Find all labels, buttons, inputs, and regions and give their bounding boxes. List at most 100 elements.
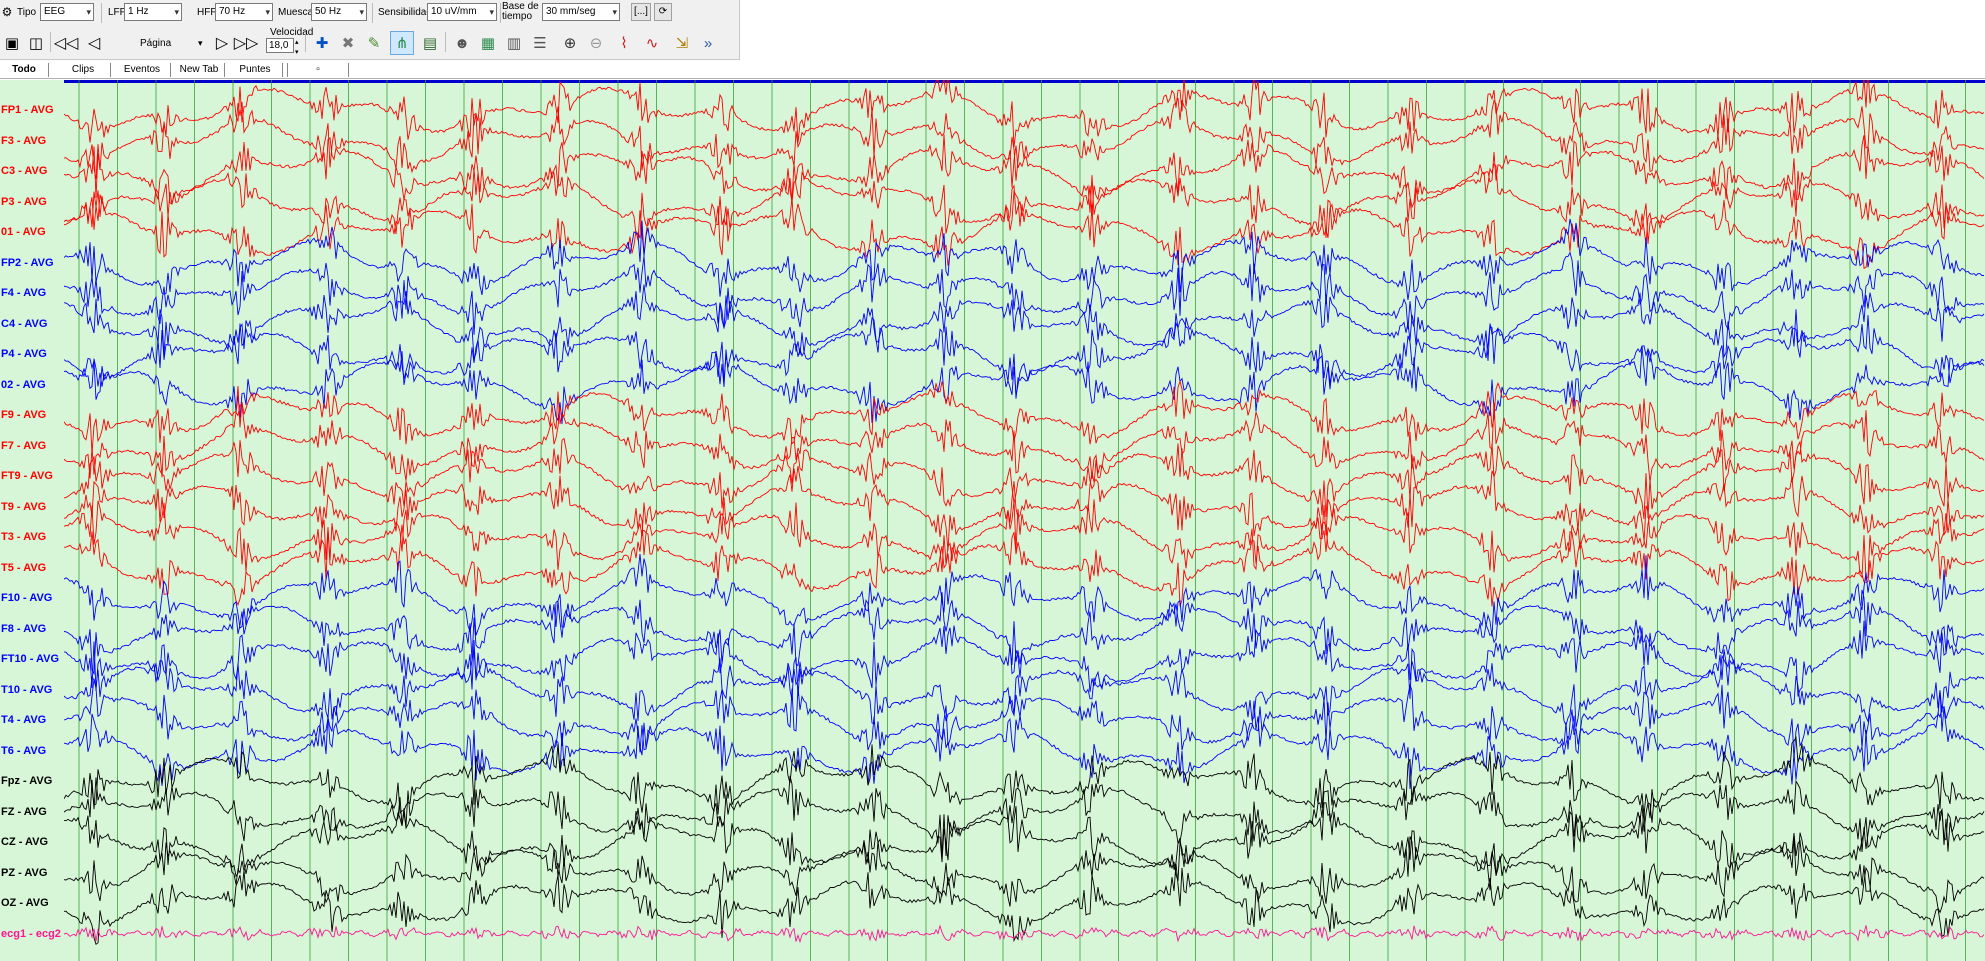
divider	[101, 3, 102, 23]
hff-label: HFF	[197, 7, 217, 18]
channel-label[interactable]: 02 - AVG	[1, 377, 46, 392]
tab-puntes[interactable]: Puntes	[228, 63, 283, 77]
chevron-down-icon: ▾	[612, 7, 617, 17]
sensibilidad-label: Sensibilidad	[378, 7, 432, 18]
channel-label[interactable]: Fpz - AVG	[1, 774, 53, 788]
new-tab-icon: ▫	[316, 64, 320, 75]
stepper-icon[interactable]: ▴ ▾	[295, 38, 299, 58]
tab-bar: Todo Clips Eventos New Tab Puntes ▫	[0, 61, 1985, 79]
divider	[305, 32, 306, 52]
channel-label[interactable]: FP1 - AVG	[1, 103, 54, 117]
channel-label[interactable]: T5 - AVG	[1, 560, 47, 575]
channel-label[interactable]: OZ - AVG	[1, 896, 49, 910]
channel-label[interactable]: C3 - AVG	[1, 164, 48, 178]
chevron-down-icon: ▾	[174, 7, 179, 17]
chevron-down-icon: ▾	[265, 7, 270, 17]
channel-label[interactable]: T6 - AVG	[1, 743, 47, 758]
divider	[372, 3, 373, 23]
wave-icon[interactable]: ∿	[640, 31, 664, 55]
list-icon[interactable]: ☰	[528, 31, 552, 55]
video-icon[interactable]: ◫	[24, 31, 48, 55]
channel-label[interactable]: P3 - AVG	[1, 194, 47, 209]
channel-label[interactable]: FP2 - AVG	[1, 255, 54, 270]
channel-label[interactable]: 01 - AVG	[1, 225, 46, 239]
channel-label[interactable]: FT9 - AVG	[1, 469, 53, 483]
channel-label[interactable]: CZ - AVG	[1, 835, 49, 849]
zoom-in-icon[interactable]: ⊕	[558, 31, 582, 55]
toolbar-row-filters: ⚙ Tipo EEG ▾ LFF 1 Hz ▾ HFF 70 Hz ▾ Muesca …	[0, 0, 740, 26]
channel-label[interactable]: FZ - AVG	[1, 804, 47, 819]
channel-label[interactable]: T9 - AVG	[1, 499, 47, 514]
lff-select[interactable]: 1 Hz ▾	[124, 3, 182, 21]
record-icon[interactable]: ▥	[502, 31, 526, 55]
channel-label[interactable]: F10 - AVG	[1, 591, 53, 605]
tab-todo[interactable]: Todo	[0, 63, 49, 77]
report-icon[interactable]: ▦	[476, 31, 500, 55]
divider	[500, 3, 501, 23]
base-label-2: tiempo	[502, 11, 533, 22]
velocidad-label: Velocidad	[270, 27, 314, 38]
tab-add[interactable]: ▫	[287, 63, 349, 77]
pagina-label: Página	[140, 38, 172, 49]
eeg-trace-area[interactable]	[64, 80, 1985, 961]
velocidad-input[interactable]: 18,0	[266, 38, 294, 53]
zoom-out-icon[interactable]: ⊖	[584, 31, 608, 55]
montage-view-icon[interactable]: ⋔	[390, 31, 414, 55]
chevron-down-icon: ▾	[489, 7, 494, 17]
channel-label[interactable]: ecg1 - ecg2	[1, 926, 61, 941]
divider	[50, 32, 51, 52]
montage-icon[interactable]: ⚙	[0, 1, 14, 23]
chevron-down-icon: ▾	[359, 7, 364, 17]
lff-value: 1 Hz	[128, 6, 149, 17]
more-icon[interactable]: »	[696, 31, 720, 55]
muesca-label: Muesca	[278, 7, 314, 18]
channel-label[interactable]: T4 - AVG	[1, 713, 47, 727]
channel-label[interactable]: P4 - AVG	[1, 347, 47, 361]
channel-label[interactable]: C4 - AVG	[1, 316, 48, 331]
marker-remove-icon[interactable]: ✖	[336, 31, 360, 55]
hff-select[interactable]: 70 Hz ▾	[215, 3, 273, 21]
next-page-icon[interactable]: ▷	[210, 31, 234, 55]
first-page-icon[interactable]: ◁◁	[54, 31, 79, 55]
prev-page-icon[interactable]: ◁	[82, 31, 106, 55]
sensibilidad-value: 10 uV/mm	[431, 6, 477, 17]
camera-icon[interactable]: ▣	[0, 31, 24, 55]
hff-value: 70 Hz	[219, 6, 246, 17]
marker-add-icon[interactable]: ✚	[310, 31, 334, 55]
toolbar-row-navigation: ▣ ◫ ◁◁ ◁ Página ▾ ▷ ▷▷ Velocidad 18,0 ▴ ▾…	[0, 26, 740, 60]
channel-label[interactable]: F4 - AVG	[1, 286, 47, 300]
base-tiempo-value: 30 mm/seg	[546, 6, 596, 17]
channel-label[interactable]: T3 - AVG	[1, 530, 47, 544]
channel-label[interactable]: F7 - AVG	[1, 438, 47, 453]
sensibilidad-select[interactable]: 10 uV/mm ▾	[427, 3, 497, 21]
export-icon[interactable]: ⇲	[670, 31, 694, 55]
tab-eventos[interactable]: Eventos	[114, 63, 171, 77]
chevron-down-icon[interactable]: ▾	[198, 38, 203, 49]
channel-label[interactable]: PZ - AVG	[1, 865, 48, 880]
tab-clips[interactable]: Clips	[56, 63, 111, 77]
channel-label[interactable]: T10 - AVG	[1, 682, 53, 697]
patient-icon[interactable]: ☻	[450, 31, 474, 55]
channel-label[interactable]: F8 - AVG	[1, 621, 47, 636]
spike-icon[interactable]: ⌇	[612, 31, 636, 55]
channel-label[interactable]: FT10 - AVG	[1, 652, 60, 666]
refresh-button[interactable]: ⟳	[654, 3, 672, 21]
last-page-icon[interactable]: ▷▷	[234, 31, 259, 55]
bracket-button[interactable]: [...]	[631, 3, 651, 21]
eeg-waveforms	[64, 80, 1985, 961]
tipo-value: EEG	[44, 6, 66, 17]
channel-label[interactable]: F9 - AVG	[1, 408, 47, 422]
muesca-value: 50 Hz	[315, 6, 342, 17]
tipo-select[interactable]: EEG ▾	[40, 3, 94, 21]
refresh-icon: ⟳	[658, 6, 668, 17]
tipo-label: Tipo	[17, 7, 37, 18]
channel-label[interactable]: F3 - AVG	[1, 133, 47, 148]
divider	[445, 32, 446, 52]
channel-label-column: FP1 - AVG F3 - AVG C3 - AVG P3 - AVG 01 - AV…	[0, 80, 64, 961]
toolbar: ⚙ Tipo EEG ▾ LFF 1 Hz ▾ HFF 70 Hz ▾ Muesca …	[0, 0, 740, 60]
channel-edit-icon[interactable]: ✎	[362, 31, 386, 55]
muesca-select[interactable]: 50 Hz ▾	[311, 3, 367, 21]
tab-new-tab[interactable]: New Tab	[174, 63, 225, 77]
base-tiempo-select[interactable]: 30 mm/seg ▾	[542, 3, 620, 21]
layout-icon[interactable]: ▤	[418, 31, 442, 55]
